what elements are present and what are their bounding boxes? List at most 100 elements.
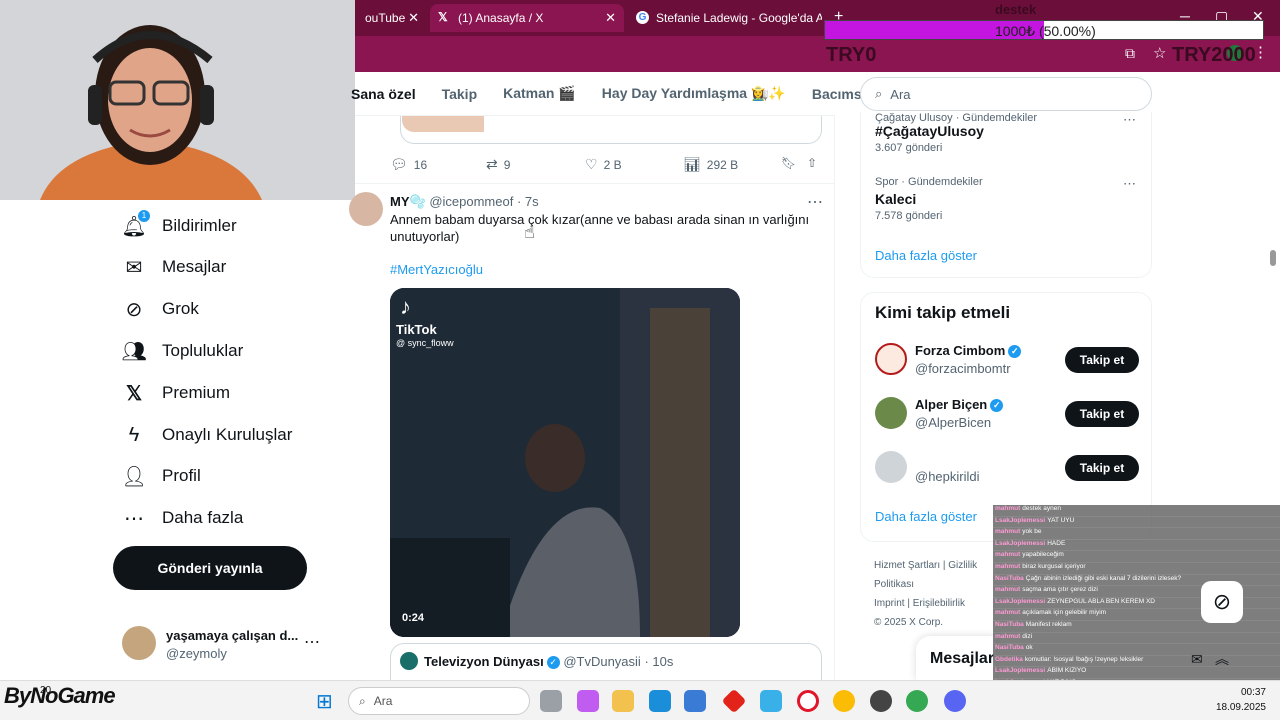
x-logo-icon: 𝕏 bbox=[125, 382, 143, 405]
verified-icon: ✓ bbox=[990, 399, 1004, 413]
app-blue-icon[interactable] bbox=[760, 690, 782, 712]
divider bbox=[355, 183, 835, 184]
show-more-link[interactable]: Daha fazla göster bbox=[875, 509, 977, 524]
bookmark-icon[interactable]: 🔖︎ bbox=[781, 156, 796, 170]
avatar[interactable] bbox=[349, 192, 383, 226]
avatar[interactable] bbox=[875, 451, 907, 483]
chat-message: LsakJoplemessi HADE bbox=[993, 540, 1280, 552]
taskbar-search-input[interactable]: ⌕ Ara bbox=[348, 687, 530, 715]
x-logo-icon: 𝕏 bbox=[438, 10, 448, 24]
star-icon[interactable]: ☆ bbox=[1153, 44, 1166, 62]
chrome-profile-icon[interactable] bbox=[906, 690, 928, 712]
weather-temp[interactable]: 20 bbox=[40, 685, 51, 696]
more-icon[interactable]: ⋯ bbox=[807, 192, 823, 212]
reply-button[interactable]: 💬︎ 16 bbox=[390, 156, 427, 173]
donation-end-goal: TRY2000 bbox=[1172, 44, 1256, 66]
sidebar-item-verified-orgs[interactable]: ϟ Onaylı Kuruluşlar bbox=[122, 419, 293, 451]
timeline-feed: 💬︎ 16 ⇄ 9 ♡ 2 B 📊︎ 292 B 🔖︎ ⇧ MY🫧 @icepommeo… bbox=[349, 116, 835, 683]
footer-link-accessibility[interactable]: Erişilebilirlik bbox=[913, 598, 965, 609]
opera-icon[interactable] bbox=[797, 690, 819, 712]
tab-following[interactable]: Takip bbox=[442, 86, 478, 102]
views-count: 292 B bbox=[706, 157, 739, 172]
task-view-icon[interactable] bbox=[540, 690, 562, 712]
new-message-icon[interactable]: ✉︎ bbox=[1191, 651, 1203, 668]
trend-title[interactable]: Kaleci bbox=[875, 191, 916, 207]
sidebar-item-profile[interactable]: 👤︎ Profil bbox=[121, 460, 200, 492]
tab-google[interactable]: G Stefanie Ladewig - Google'da A bbox=[628, 4, 822, 32]
discord-icon[interactable] bbox=[944, 690, 966, 712]
search-icon: ⌕ bbox=[875, 86, 883, 101]
views-button[interactable]: 📊︎ 292 B bbox=[683, 156, 738, 173]
trend-count: 7.578 gönderi bbox=[875, 210, 943, 222]
tab-youtube[interactable]: ouTube ✕ bbox=[355, 4, 427, 32]
clock-date[interactable]: 18.09.2025 bbox=[1210, 702, 1266, 713]
address-bar: ⧉ ☆ ⋮ bbox=[355, 36, 1280, 72]
store-icon[interactable] bbox=[684, 690, 706, 712]
close-icon[interactable]: ✕ bbox=[605, 10, 616, 26]
repost-button[interactable]: ⇄ 9 bbox=[486, 156, 510, 173]
tab-katman[interactable]: Katman 🎬 bbox=[503, 85, 576, 102]
tab-hay-day[interactable]: Hay Day Yardımlaşma 👩‍🌾✨ bbox=[602, 85, 786, 102]
chat-text: ZEYNEPGÜL ABLA BEN KEREM XD bbox=[1047, 597, 1156, 605]
chat-username: NasiTuba bbox=[995, 644, 1024, 652]
sidebar-item-messages[interactable]: ✉︎ Mesajlar bbox=[122, 251, 227, 283]
trend-title[interactable]: #ÇağatayUlusoy bbox=[875, 123, 984, 139]
sidebar-item-notifications[interactable]: 🔔︎ 1 Bildirimler bbox=[121, 210, 237, 242]
messages-drawer[interactable]: Mesajlar bbox=[916, 636, 996, 680]
sidebar-item-grok[interactable]: ⊘ Grok bbox=[122, 293, 199, 325]
tweet-video[interactable]: TikTok @ sync_floww ♪ 0:24 bbox=[390, 288, 740, 637]
repost-count: 9 bbox=[503, 157, 511, 172]
tab-for-you[interactable]: Sana özel bbox=[351, 86, 416, 102]
windows-start-icon[interactable]: ⊞ bbox=[316, 689, 333, 714]
tiktok-brand: TikTok bbox=[396, 322, 437, 337]
chrome-icon[interactable] bbox=[833, 690, 855, 712]
follow-button[interactable]: Takip et bbox=[1065, 347, 1139, 373]
follow-suggestion-name[interactable]: Forza Cimbom ✓ bbox=[915, 343, 1022, 359]
install-icon[interactable]: ⧉ bbox=[1125, 45, 1135, 62]
like-count: 2 B bbox=[603, 157, 622, 172]
tweet-hashtag[interactable]: #MertYazıcıoğlu bbox=[390, 262, 483, 277]
tweet-author-handle[interactable]: @icepommeof bbox=[429, 194, 513, 209]
post-button[interactable]: Gönderi yayınla bbox=[113, 546, 307, 590]
edge-icon[interactable] bbox=[649, 690, 671, 712]
avatar[interactable] bbox=[875, 397, 907, 429]
share-icon[interactable]: ⇧ bbox=[807, 156, 817, 170]
trends-panel: Çağatay Ulusoy · Gündemdekiler #ÇağatayU… bbox=[860, 112, 1152, 278]
close-icon[interactable]: ✕ bbox=[408, 10, 419, 26]
copilot-icon[interactable] bbox=[577, 690, 599, 712]
repost-icon: ⇄ bbox=[486, 156, 498, 172]
quoted-author-handle: @TvDunyasii bbox=[563, 654, 641, 669]
collapse-icon[interactable]: ︽ bbox=[1215, 649, 1229, 669]
show-more-link[interactable]: Daha fazla göster bbox=[875, 248, 977, 263]
tweet-author-name[interactable]: MY🫧 bbox=[390, 194, 426, 209]
sidebar-item-label: Premium bbox=[162, 383, 231, 402]
follow-button[interactable]: Takip et bbox=[1065, 455, 1139, 481]
like-button[interactable]: ♡ 2 B bbox=[585, 156, 622, 173]
account-switcher[interactable]: yaşamaya çalışan d... @zeymoly ⋯ bbox=[122, 624, 332, 664]
more-icon[interactable]: ⋯ bbox=[1123, 176, 1136, 192]
sidebar-item-more[interactable]: ⋯ Daha fazla bbox=[122, 502, 243, 534]
grok-icon[interactable]: ⊘ bbox=[1201, 581, 1243, 623]
more-icon[interactable]: ⋯ bbox=[304, 632, 320, 652]
sidebar-item-premium[interactable]: 𝕏 Premium bbox=[122, 377, 230, 409]
file-explorer-icon[interactable] bbox=[612, 690, 634, 712]
more-icon[interactable]: ⋯ bbox=[1123, 112, 1136, 128]
app-dark-icon[interactable] bbox=[870, 690, 892, 712]
quoted-tweet[interactable]: Televizyon Dünyası ✓ @TvDunyasii · 10s bbox=[390, 643, 822, 683]
chat-message: mahmut yapabileceğim bbox=[993, 551, 1280, 563]
tweet-time[interactable]: · 7s bbox=[517, 194, 539, 209]
quoted-card[interactable] bbox=[400, 116, 822, 144]
avatar[interactable] bbox=[875, 343, 907, 375]
sidebar-item-communities[interactable]: 👥︎ Topluluklar bbox=[121, 335, 243, 367]
footer-link-terms[interactable]: Hizmet Şartları bbox=[874, 560, 940, 571]
clock-time[interactable]: 00:37 bbox=[1226, 687, 1266, 698]
app-red-icon[interactable] bbox=[721, 688, 747, 714]
search-input[interactable]: ⌕ Ara bbox=[860, 77, 1152, 111]
tab-x-home[interactable]: 𝕏 (1) Anasayfa / X ✕ bbox=[430, 4, 624, 32]
chat-text: yok be bbox=[1022, 528, 1042, 536]
footer-link-imprint[interactable]: Imprint bbox=[874, 598, 905, 609]
page-scrollbar[interactable] bbox=[1270, 250, 1276, 266]
chat-username: LsakJoplemessi bbox=[995, 597, 1046, 605]
follow-suggestion-name[interactable]: Alper Biçen ✓ bbox=[915, 397, 1004, 413]
follow-button[interactable]: Takip et bbox=[1065, 401, 1139, 427]
